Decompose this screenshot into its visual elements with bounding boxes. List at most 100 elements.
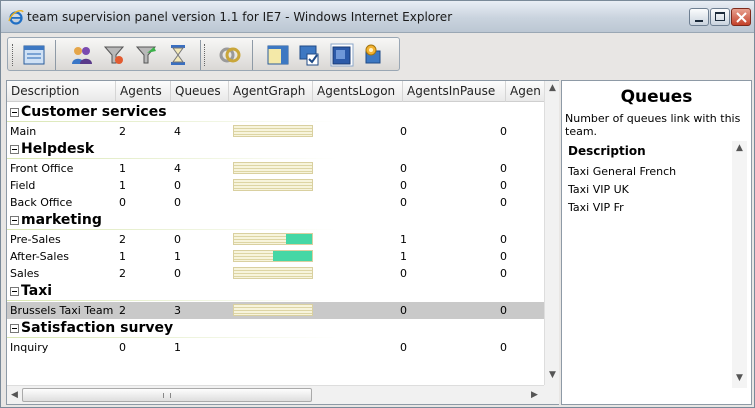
horizontal-scroll-thumb[interactable] bbox=[22, 388, 312, 402]
agent-graph-bar bbox=[233, 162, 313, 174]
horizontal-scrollbar[interactable]: ◀ ▶ bbox=[7, 385, 544, 404]
panel-icon[interactable] bbox=[266, 43, 290, 67]
cell-agents: 1 bbox=[119, 250, 126, 263]
collapse-icon[interactable] bbox=[10, 324, 19, 333]
toolbar-grip[interactable] bbox=[204, 44, 206, 66]
agent-graph-bar bbox=[233, 267, 313, 279]
table-row[interactable]: Back Office 0 0 0 0 bbox=[7, 194, 544, 211]
cell-agents: 2 bbox=[119, 304, 126, 317]
toolbar-grip[interactable] bbox=[12, 44, 14, 66]
cell-agents-logon: 0 bbox=[400, 179, 407, 192]
cell-agents-logon: 0 bbox=[400, 162, 407, 175]
column-header-agentslogon[interactable]: AgentsLogon bbox=[313, 81, 403, 102]
scroll-right-icon[interactable]: ▶ bbox=[527, 388, 542, 403]
scroll-up-icon[interactable]: ▲ bbox=[545, 81, 560, 96]
collapse-icon[interactable] bbox=[10, 287, 19, 296]
table-row[interactable]: Inquiry 0 1 0 0 bbox=[7, 339, 544, 356]
queue-item[interactable]: Taxi General French bbox=[568, 165, 676, 178]
funnel-icon[interactable] bbox=[102, 43, 126, 67]
table-row[interactable]: Sales 2 0 0 0 bbox=[7, 265, 544, 282]
hourglass-icon[interactable] bbox=[166, 43, 190, 67]
queue-item[interactable]: Taxi VIP Fr bbox=[568, 201, 624, 214]
close-button[interactable] bbox=[731, 8, 751, 26]
toolbar-separator bbox=[200, 40, 201, 70]
cell-agents: 0 bbox=[119, 196, 126, 209]
cell-queues: 0 bbox=[174, 196, 181, 209]
scroll-down-icon[interactable]: ▼ bbox=[732, 371, 747, 386]
group-divider bbox=[7, 337, 337, 338]
cell-queues: 0 bbox=[174, 233, 181, 246]
column-header-agents-more[interactable]: Agen bbox=[506, 81, 544, 102]
queue-item[interactable]: Taxi VIP UK bbox=[568, 183, 629, 196]
cell-agents-in-pause: 0 bbox=[500, 125, 507, 138]
scroll-left-icon[interactable]: ◀ bbox=[7, 388, 22, 403]
group-divider bbox=[7, 229, 337, 230]
agent-graph-fill bbox=[273, 251, 312, 261]
group-header[interactable]: marketing bbox=[7, 211, 544, 231]
cell-agents-in-pause: 0 bbox=[500, 250, 507, 263]
column-header-description[interactable]: Description bbox=[7, 81, 116, 102]
cell-agents-logon: 0 bbox=[400, 304, 407, 317]
queues-panel-description: Number of queues link with this team. bbox=[565, 112, 741, 138]
cell-description: After-Sales bbox=[10, 250, 69, 263]
table-row[interactable]: Field 1 0 0 0 bbox=[7, 177, 544, 194]
collapse-icon[interactable] bbox=[10, 145, 19, 154]
cell-agents-in-pause: 0 bbox=[500, 304, 507, 317]
cell-queues: 0 bbox=[174, 267, 181, 280]
queues-vertical-scrollbar[interactable]: ▲ ▼ bbox=[732, 141, 747, 388]
column-header-agentgraph[interactable]: AgentGraph bbox=[229, 81, 313, 102]
layout-icon[interactable] bbox=[22, 43, 46, 67]
group-header[interactable]: Customer services bbox=[7, 103, 544, 123]
group-name: Customer services bbox=[21, 104, 167, 120]
window-icon[interactable] bbox=[330, 43, 354, 67]
cell-agents: 1 bbox=[119, 162, 126, 175]
group-header[interactable]: Satisfaction survey bbox=[7, 319, 544, 339]
toolbar bbox=[7, 37, 400, 71]
cell-agents-in-pause: 0 bbox=[500, 233, 507, 246]
cell-queues: 3 bbox=[174, 304, 181, 317]
cell-description: Sales bbox=[10, 267, 40, 280]
queues-panel: Queues Number of queues link with this t… bbox=[561, 80, 752, 405]
table-row[interactable]: Front Office 1 4 0 0 bbox=[7, 160, 544, 177]
scroll-down-icon[interactable]: ▼ bbox=[545, 368, 560, 383]
table-row[interactable]: After-Sales 1 1 1 0 bbox=[7, 248, 544, 265]
cell-agents-in-pause: 0 bbox=[500, 341, 507, 354]
queues-list: Description Taxi General French Taxi VIP… bbox=[565, 140, 732, 387]
rings-icon[interactable] bbox=[218, 43, 242, 67]
group-divider bbox=[7, 121, 337, 122]
collapse-icon[interactable] bbox=[10, 216, 19, 225]
agent-graph-bar bbox=[233, 125, 313, 137]
cell-agents-logon: 0 bbox=[400, 341, 407, 354]
maximize-button[interactable] bbox=[710, 8, 730, 26]
grid-body: Customer services Main 2 4 0 0 Helpdesk Front O… bbox=[7, 103, 544, 385]
cell-agents: 0 bbox=[119, 341, 126, 354]
collapse-icon[interactable] bbox=[10, 108, 19, 117]
table-row[interactable]: Brussels Taxi Team 2 3 0 0 bbox=[7, 302, 544, 319]
cell-agents: 2 bbox=[119, 267, 126, 280]
group-name: Taxi bbox=[21, 283, 53, 299]
team-icon[interactable] bbox=[70, 43, 94, 67]
toolbar-separator bbox=[252, 40, 253, 70]
cell-description: Main bbox=[10, 125, 37, 138]
table-row[interactable]: Main 2 4 0 0 bbox=[7, 123, 544, 140]
group-header[interactable]: Taxi bbox=[7, 282, 544, 302]
cell-description: Front Office bbox=[10, 162, 74, 175]
filter-icon[interactable] bbox=[134, 43, 158, 67]
title-bar: team supervision panel version 1.1 for I… bbox=[1, 1, 754, 33]
scroll-up-icon[interactable]: ▲ bbox=[732, 141, 747, 156]
column-header-agents[interactable]: Agents bbox=[116, 81, 171, 102]
checkbox-icon[interactable] bbox=[298, 43, 322, 67]
cell-agents: 2 bbox=[119, 233, 126, 246]
cell-agents: 2 bbox=[119, 125, 126, 138]
scroll-corner bbox=[544, 385, 559, 404]
cell-agents-in-pause: 0 bbox=[500, 179, 507, 192]
grid-header: Description Agents Queues AgentGraph Age… bbox=[7, 81, 544, 102]
settings-icon[interactable] bbox=[362, 43, 386, 67]
group-header[interactable]: Helpdesk bbox=[7, 140, 544, 160]
table-row[interactable]: Pre-Sales 2 0 1 0 bbox=[7, 231, 544, 248]
minimize-button[interactable] bbox=[689, 8, 709, 26]
agent-graph-bar bbox=[233, 304, 313, 316]
vertical-scrollbar[interactable]: ▲ ▼ bbox=[544, 81, 559, 385]
column-header-queues[interactable]: Queues bbox=[171, 81, 229, 102]
column-header-agentsinpause[interactable]: AgentsInPause bbox=[403, 81, 506, 102]
